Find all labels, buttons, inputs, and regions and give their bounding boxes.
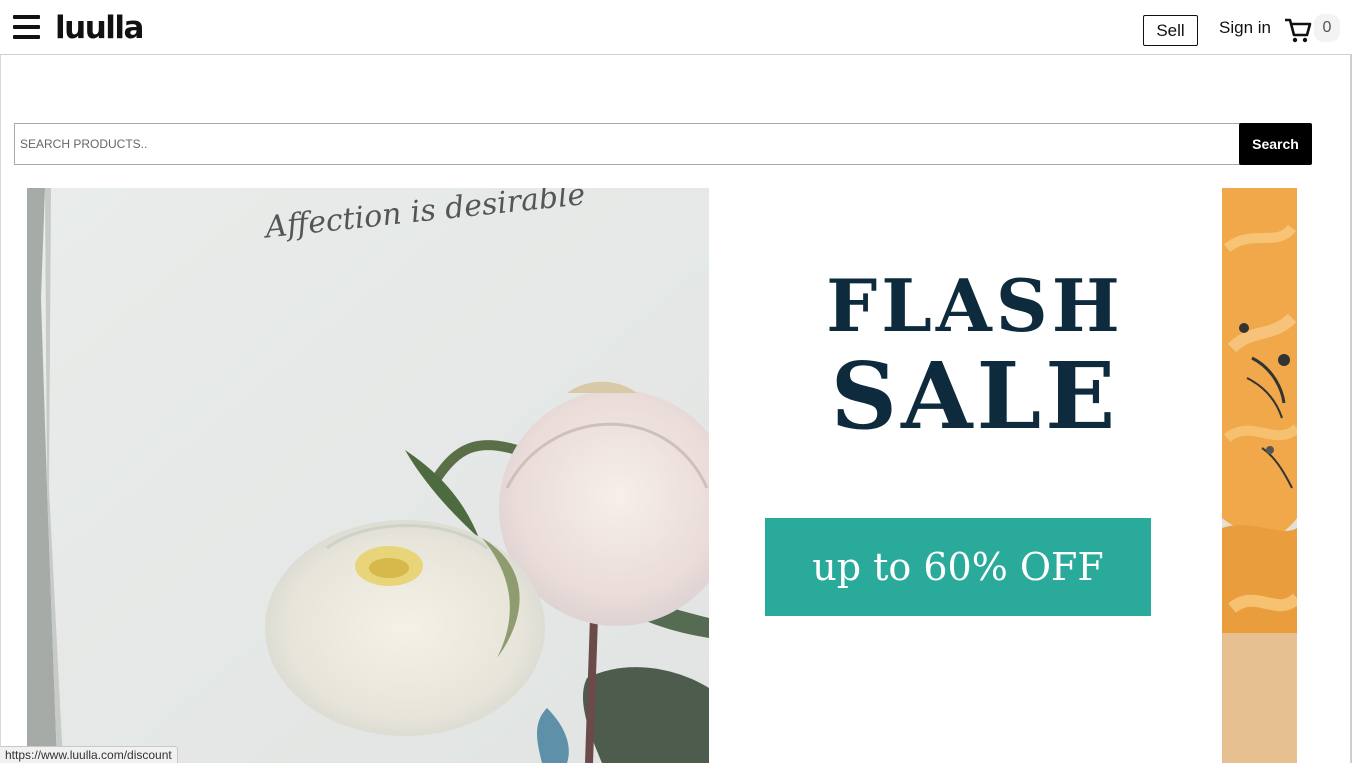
cart-count-badge[interactable]: 0 [1314,14,1340,42]
peony-card-photo: Affection is desirable [27,188,709,763]
status-bar-url: https://www.luulla.com/discount [0,746,178,763]
discount-label: up to 60% OFF [765,518,1151,616]
page-left-border [0,55,1,763]
flash-sale-slide[interactable]: Affection is desirable FLASH SALE up to … [27,188,1222,763]
next-slide-preview[interactable] [1222,188,1297,763]
search-bar: Search [14,123,1312,165]
flash-sale-heading: FLASH SALE [765,263,1185,450]
hamburger-menu-icon[interactable] [13,15,41,39]
cart-icon[interactable] [1283,14,1313,44]
luulla-logo[interactable]: luulla [55,9,144,47]
sign-in-link[interactable]: Sign in [1219,18,1271,38]
flash-sale-line2: SALE [830,342,1120,450]
flash-sale-line1: FLASH [826,263,1124,348]
search-input[interactable] [14,123,1240,165]
promo-banner-carousel: Affection is desirable FLASH SALE up to … [27,188,1297,763]
sell-button[interactable]: Sell [1143,15,1198,46]
search-button[interactable]: Search [1239,123,1312,165]
top-navigation-bar: luulla Sell Sign in 0 [0,0,1352,55]
